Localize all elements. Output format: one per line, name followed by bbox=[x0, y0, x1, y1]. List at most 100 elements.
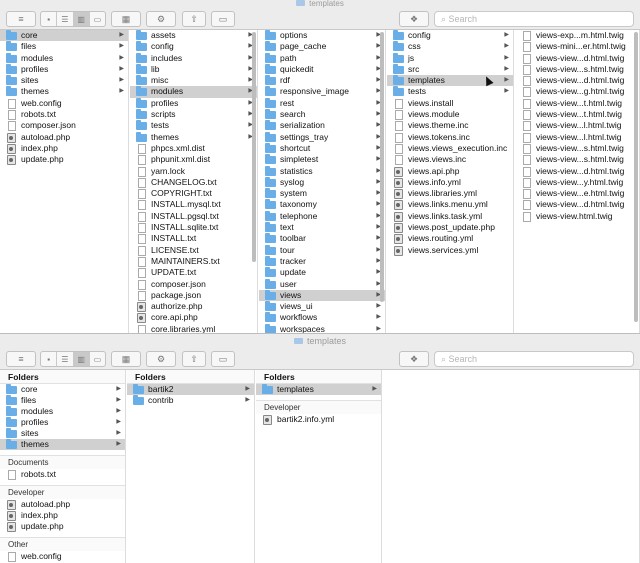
file-item[interactable]: views.api.php bbox=[387, 166, 513, 177]
file-item[interactable]: views-view...l.html.twig bbox=[515, 132, 639, 143]
column-4[interactable]: config ▶ css ▶ js ▶ src ▶ templates ▶ tests ▶ views.… bbox=[387, 30, 514, 333]
folder-item[interactable]: tests ▶ bbox=[130, 120, 257, 131]
folder-item[interactable]: modules ▶ bbox=[130, 86, 257, 98]
folder-item[interactable]: update ▶ bbox=[259, 267, 385, 278]
folder-item[interactable]: views_ui ▶ bbox=[259, 301, 385, 312]
folder-item[interactable]: taxonomy ▶ bbox=[259, 199, 385, 210]
folder-item[interactable]: css ▶ bbox=[387, 41, 513, 52]
folder-item[interactable]: toolbar ▶ bbox=[259, 233, 385, 244]
tags-button[interactable]: ▭ bbox=[211, 351, 235, 367]
folder-item[interactable]: shortcut ▶ bbox=[259, 142, 385, 154]
file-item[interactable]: views-view...d.html.twig bbox=[515, 53, 639, 64]
folder-item[interactable]: options ▶ bbox=[259, 30, 385, 41]
file-item[interactable]: views.views.inc bbox=[387, 154, 513, 166]
column-view-button[interactable]: ▥ bbox=[73, 352, 90, 366]
file-item[interactable]: views-view...s.html.twig bbox=[515, 154, 639, 166]
column-3[interactable]: options ▶ page_cache ▶ path ▶ quickedit ▶ rdf ▶ re… bbox=[259, 30, 386, 333]
file-item[interactable]: composer.json bbox=[0, 120, 128, 132]
file-item[interactable]: bartik2.info.yml bbox=[256, 414, 381, 425]
folder-item[interactable]: serialization ▶ bbox=[259, 120, 385, 131]
folder-item[interactable]: sites ▶ bbox=[0, 75, 128, 86]
view-mode-segment[interactable]: ▪ ☰ ▥ ▭ bbox=[40, 11, 106, 27]
folder-item[interactable]: profiles ▶ bbox=[0, 63, 128, 75]
file-item[interactable]: web.config bbox=[0, 98, 128, 109]
folder-item[interactable]: path ▶ bbox=[259, 52, 385, 64]
file-item[interactable]: autoload.php bbox=[0, 499, 125, 510]
folder-item[interactable]: profiles ▶ bbox=[130, 97, 257, 109]
folder-item[interactable]: profiles ▶ bbox=[0, 417, 125, 428]
gallery-view-button[interactable]: ▭ bbox=[90, 352, 105, 366]
file-item[interactable]: views.tokens.inc bbox=[387, 132, 513, 143]
folder-item[interactable]: includes ▶ bbox=[130, 52, 257, 64]
folder-item[interactable]: js ▶ bbox=[387, 52, 513, 64]
folder-item[interactable]: rdf ▶ bbox=[259, 75, 385, 86]
dropbox-button[interactable]: ❖ bbox=[399, 11, 429, 27]
folder-item[interactable]: tour ▶ bbox=[259, 244, 385, 256]
list-view-button[interactable]: ☰ bbox=[57, 352, 74, 366]
file-item[interactable]: robots.txt bbox=[0, 109, 128, 121]
search-input[interactable]: ⌕ Search bbox=[434, 11, 634, 27]
folder-item[interactable]: views ▶ bbox=[259, 289, 385, 302]
file-item[interactable]: INSTALL.mysql.txt bbox=[130, 199, 257, 211]
folder-item[interactable]: themes ▶ bbox=[130, 131, 257, 143]
file-item[interactable]: views-view...d.html.twig bbox=[515, 166, 639, 177]
folder-item[interactable]: simpletest ▶ bbox=[259, 154, 385, 165]
file-item[interactable]: views.links.menu.yml bbox=[387, 199, 513, 211]
folder-item[interactable]: rest ▶ bbox=[259, 97, 385, 109]
folder-item[interactable]: tracker ▶ bbox=[259, 255, 385, 267]
file-item[interactable]: MAINTAINERS.txt bbox=[130, 256, 257, 267]
file-item[interactable]: views-view...e.html.twig bbox=[515, 188, 639, 200]
folder-item[interactable]: responsive_image ▶ bbox=[259, 86, 385, 97]
file-item[interactable]: views-exp...m.html.twig bbox=[515, 30, 639, 41]
file-item[interactable]: views-view...l.html.twig bbox=[515, 120, 639, 132]
folder-item[interactable]: user ▶ bbox=[259, 278, 385, 290]
file-item[interactable]: views.services.yml bbox=[387, 245, 513, 256]
folder-item[interactable]: assets ▶ bbox=[130, 30, 257, 41]
file-item[interactable]: views-view...d.html.twig bbox=[515, 75, 639, 87]
file-item[interactable]: web.config bbox=[0, 551, 125, 562]
folder-item[interactable]: modules ▶ bbox=[0, 406, 125, 417]
dropbox-button[interactable]: ❖ bbox=[399, 351, 429, 367]
folder-item[interactable]: workspaces ▶ bbox=[259, 323, 385, 333]
file-item[interactable]: views-view...s.html.twig bbox=[515, 64, 639, 75]
file-item[interactable]: update.php bbox=[0, 154, 128, 166]
folder-item[interactable]: tests ▶ bbox=[387, 86, 513, 97]
file-item[interactable]: phpcs.xml.dist bbox=[130, 143, 257, 154]
file-item[interactable]: index.php bbox=[0, 143, 128, 154]
file-item[interactable]: INSTALL.txt bbox=[130, 233, 257, 245]
search-input[interactable]: ⌕ Search bbox=[434, 351, 634, 367]
folder-item[interactable]: misc ▶ bbox=[130, 75, 257, 86]
sidebar-toggle-button[interactable]: ≡ bbox=[6, 351, 36, 367]
file-item[interactable]: UPDATE.txt bbox=[130, 267, 257, 279]
file-item[interactable]: views-view...t.html.twig bbox=[515, 98, 639, 109]
file-item[interactable]: views.post_update.php bbox=[387, 222, 513, 234]
column-1[interactable]: Folders core ▶ files ▶ modules ▶ profiles ▶ sites… bbox=[0, 370, 126, 563]
icon-view-button[interactable]: ▪ bbox=[41, 12, 58, 26]
folder-item[interactable]: modules ▶ bbox=[0, 52, 128, 64]
file-item[interactable]: core.api.php bbox=[130, 312, 257, 324]
folder-item[interactable]: settings_tray ▶ bbox=[259, 131, 385, 143]
action-button[interactable]: ⚙ bbox=[146, 11, 176, 27]
list-view-button[interactable]: ☰ bbox=[57, 12, 74, 26]
folder-item[interactable]: workflows ▶ bbox=[259, 312, 385, 323]
folder-item[interactable]: syslog ▶ bbox=[259, 176, 385, 188]
file-item[interactable]: views-view...t.html.twig bbox=[515, 109, 639, 121]
file-item[interactable]: views.views_execution.inc bbox=[387, 143, 513, 154]
folder-item[interactable]: text ▶ bbox=[259, 222, 385, 233]
share-button[interactable]: ⇧ bbox=[182, 351, 206, 367]
file-item[interactable]: robots.txt bbox=[0, 469, 125, 480]
file-item[interactable]: CHANGELOG.txt bbox=[130, 177, 257, 188]
folder-item[interactable]: files ▶ bbox=[0, 395, 125, 406]
folder-item[interactable]: telephone ▶ bbox=[259, 210, 385, 222]
column-2[interactable]: assets ▶ config ▶ includes ▶ lib ▶ misc ▶ modules ▶… bbox=[130, 30, 258, 333]
file-item[interactable]: views-view...s.html.twig bbox=[515, 143, 639, 154]
file-item[interactable]: views.module bbox=[387, 109, 513, 121]
folder-item[interactable]: statistics ▶ bbox=[259, 165, 385, 177]
column-5[interactable]: views-exp...m.html.twig views-mini...er.h… bbox=[515, 30, 640, 333]
folder-item[interactable]: sites ▶ bbox=[0, 428, 125, 439]
folder-item[interactable]: files ▶ bbox=[0, 41, 128, 52]
file-item[interactable]: package.json bbox=[130, 290, 257, 301]
file-item[interactable]: yarn.lock bbox=[130, 166, 257, 177]
scrollbar[interactable] bbox=[252, 32, 256, 262]
gallery-view-button[interactable]: ▭ bbox=[90, 12, 105, 26]
